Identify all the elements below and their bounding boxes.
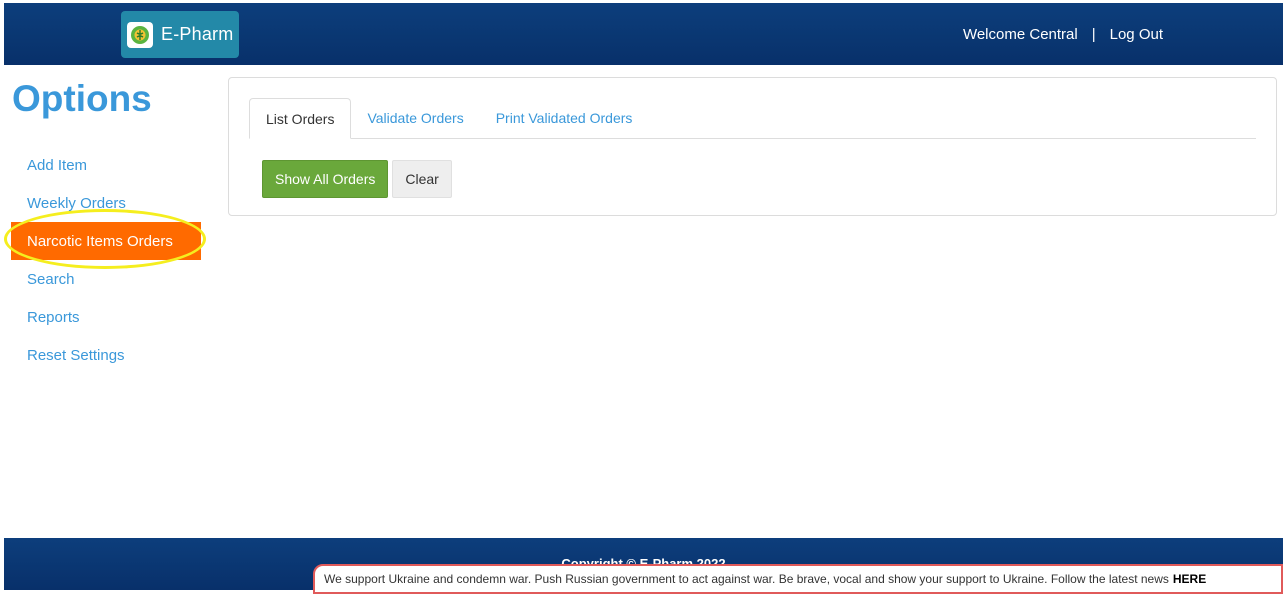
user-nav: Welcome Central | Log Out (963, 3, 1163, 65)
banner-link[interactable]: HERE (1173, 572, 1206, 586)
sidebar-item-search[interactable]: Search (11, 260, 201, 298)
welcome-text: Welcome Central (962, 25, 1078, 43)
banner-text: We support Ukraine and condemn war. Push… (324, 572, 1169, 586)
sidebar-item-add-item[interactable]: Add Item (11, 146, 201, 184)
tab-print-validated-orders[interactable]: Print Validated Orders (480, 98, 649, 138)
action-buttons: Show All Orders Clear (262, 160, 452, 198)
sidebar-item-weekly-orders[interactable]: Weekly Orders (11, 184, 201, 222)
sidebar-item-reports[interactable]: Reports (11, 298, 201, 336)
tab-validate-orders[interactable]: Validate Orders (351, 98, 479, 138)
options-title: Options (12, 78, 152, 119)
sidebar-item-reset-settings[interactable]: Reset Settings (11, 336, 201, 374)
sidebar-nav: Add Item Weekly Orders Narcotic Items Or… (11, 146, 201, 374)
tab-list-orders[interactable]: List Orders (249, 98, 352, 139)
logo[interactable]: E-Pharm (121, 11, 239, 58)
top-header: E-Pharm Welcome Central | Log Out (4, 3, 1283, 65)
nav-separator: | (1091, 25, 1096, 43)
caduceus-pill-icon (127, 21, 153, 48)
logout-link[interactable]: Log Out (1110, 26, 1163, 43)
show-all-orders-button[interactable]: Show All Orders (262, 160, 389, 198)
sidebar-item-narcotic-items-orders[interactable]: Narcotic Items Orders (11, 222, 201, 260)
orders-panel: List Orders Validate Orders Print Valida… (228, 77, 1277, 216)
clear-button[interactable]: Clear (392, 160, 452, 198)
logo-text: E-Pharm (161, 24, 234, 44)
orders-tabs: List Orders Validate Orders Print Valida… (249, 98, 1256, 139)
